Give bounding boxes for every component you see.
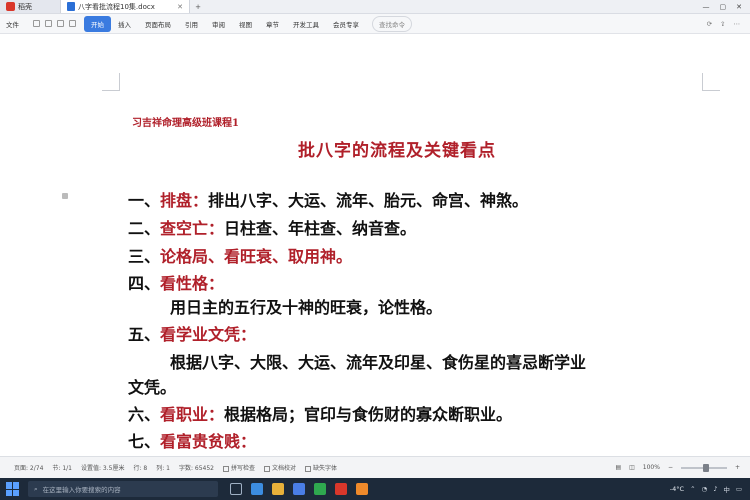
document-line-10: 七、看富贵贫贱： — [128, 432, 257, 451]
windows-taskbar: ⌕ 在这里输入你要搜索的内容 -4°C ⌃ ◔ ♪ 中 ▭ — [0, 478, 750, 500]
start-windows-icon[interactable] — [6, 482, 20, 496]
title-tab-bar: 稻壳 八字看批流程10集.docx ✕ + — ▢ ✕ — [0, 0, 750, 14]
ime-indicator[interactable]: 中 — [723, 484, 730, 494]
menu-member[interactable]: 会员专享 — [326, 16, 366, 32]
minimize-icon[interactable]: — — [703, 3, 710, 11]
share-icon[interactable]: ⇪ — [720, 20, 725, 28]
zoom-slider[interactable] — [680, 463, 727, 472]
document-line-4: 四、看性格： — [128, 274, 225, 293]
view-controls: ▤ ◫ 100% − + — [615, 463, 750, 472]
word-doc-icon — [67, 2, 75, 11]
tab-close-icon[interactable]: ✕ — [177, 3, 183, 11]
chrome-icon[interactable] — [314, 483, 326, 495]
menu-bar: 文件 开始 插入 页面布局 引用 审阅 视图 章节 开发工具 会员专享 查找命令… — [0, 14, 750, 34]
missing-font-icon — [305, 465, 312, 472]
view-mode-icon[interactable]: ▤ — [615, 464, 621, 471]
menu-file[interactable]: 文件 — [0, 19, 25, 29]
more-icon[interactable]: ⋯ — [734, 20, 741, 28]
margin-corner-top-left — [102, 73, 120, 91]
document-line-3: 三、论格局、看旺衰、取用神。 — [128, 247, 353, 266]
store-icon[interactable] — [293, 483, 305, 495]
zoom-slider-handle[interactable] — [702, 463, 709, 472]
document-line-5: 用日主的五行及十神的旺衰，论性格。 — [170, 298, 443, 317]
spell-check-icon — [223, 465, 230, 472]
tab-document-label: 八字看批流程10集.docx — [78, 2, 155, 11]
document-line-1: 一、排盘：排出八字、大运、流年、胎元、命宫、神煞。 — [128, 191, 529, 210]
edge-browser-icon[interactable] — [251, 483, 263, 495]
undo-icon[interactable] — [57, 20, 64, 27]
network-icon[interactable]: ◔ — [702, 485, 708, 493]
file-explorer-icon[interactable] — [272, 483, 284, 495]
menu-home[interactable]: 开始 — [84, 15, 111, 32]
document-line-8: 文凭。 — [128, 378, 177, 397]
proofread-icon — [264, 465, 271, 472]
document-line-7: 根据八字、大限、大运、流年及印星、食伤星的喜忌断学业 — [170, 353, 587, 372]
status-missing-font[interactable]: 缺失字体 — [305, 463, 337, 472]
status-proofread[interactable]: 文档校对 — [264, 463, 296, 472]
tray-chevron-icon[interactable]: ⌃ — [690, 485, 695, 493]
menu-view[interactable]: 视图 — [232, 16, 259, 32]
zoom-value[interactable]: 100% — [643, 464, 660, 471]
sync-icon[interactable]: ⟳ — [707, 20, 712, 28]
menu-review[interactable]: 审阅 — [205, 16, 232, 32]
tab-app-home[interactable]: 稻壳 — [0, 0, 60, 13]
save-icon[interactable] — [33, 20, 40, 27]
zoom-out-icon[interactable]: − — [668, 464, 673, 471]
menu-section[interactable]: 章节 — [259, 16, 286, 32]
status-page[interactable]: 页面: 2/74 — [14, 463, 43, 472]
status-words[interactable]: 字数: 65452 — [179, 463, 214, 472]
close-window-icon[interactable]: ✕ — [736, 3, 742, 11]
menu-insert[interactable]: 插入 — [111, 16, 138, 32]
misc-app-icon[interactable] — [356, 483, 368, 495]
status-bar: 页面: 2/74 节: 1/1 设置值: 3.5厘米 行: 8 列: 1 字数:… — [0, 456, 750, 478]
quick-access-toolbar — [25, 20, 84, 27]
document-line-2: 二、查空亡：日柱查、年柱查、纳音查。 — [128, 219, 417, 238]
print-icon[interactable] — [45, 20, 52, 27]
new-tab-button[interactable]: + — [190, 0, 206, 13]
paragraph-marker-icon[interactable] — [62, 193, 68, 199]
web-view-icon[interactable]: ◫ — [629, 464, 635, 471]
status-col: 列: 1 — [156, 465, 170, 472]
document-title: 批八字的流程及关键看点 — [298, 141, 496, 161]
redo-icon[interactable] — [69, 20, 76, 27]
weather-temperature[interactable]: -4°C — [670, 485, 684, 493]
document-line-6: 五、看学业文凭： — [128, 325, 257, 344]
wps-app-icon[interactable] — [335, 483, 347, 495]
maximize-icon[interactable]: ▢ — [720, 3, 727, 11]
taskbar-search-input[interactable]: ⌕ 在这里输入你要搜索的内容 — [28, 481, 218, 497]
status-setting: 设置值: 3.5厘米 — [81, 465, 125, 472]
status-section: 节: 1/1 — [52, 465, 72, 472]
menu-references[interactable]: 引用 — [178, 16, 205, 32]
menu-developer[interactable]: 开发工具 — [286, 16, 326, 32]
volume-icon[interactable]: ♪ — [713, 485, 717, 493]
search-icon: ⌕ — [34, 484, 38, 493]
task-view-icon[interactable] — [230, 483, 242, 495]
zoom-in-icon[interactable]: + — [735, 464, 740, 471]
taskbar-apps — [230, 483, 368, 495]
document-header-note: 习吉祥命理高级班课程1 — [132, 118, 239, 129]
tab-app-label: 稻壳 — [18, 2, 32, 11]
tab-document[interactable]: 八字看批流程10集.docx ✕ — [60, 0, 190, 13]
command-search-input[interactable]: 查找命令 — [372, 15, 412, 32]
wps-logo-icon — [6, 2, 15, 11]
status-spell-check[interactable]: 拼写检查 — [223, 463, 255, 472]
margin-corner-top-right — [702, 73, 720, 91]
menubar-right-tools: ⟳ ⇪ ⋯ — [707, 20, 750, 28]
document-canvas[interactable] — [0, 34, 750, 456]
menu-page-layout[interactable]: 页面布局 — [138, 16, 178, 32]
taskbar-search-placeholder: 在这里输入你要搜索的内容 — [42, 486, 121, 494]
window-controls: — ▢ ✕ — [703, 0, 750, 13]
document-line-9: 六、看职业：根据格局；官印与食伤财的寡众断职业。 — [128, 405, 513, 424]
notification-icon[interactable]: ▭ — [736, 485, 742, 493]
status-row: 行: 8 — [133, 465, 148, 472]
system-tray: -4°C ⌃ ◔ ♪ 中 ▭ — [670, 484, 750, 494]
